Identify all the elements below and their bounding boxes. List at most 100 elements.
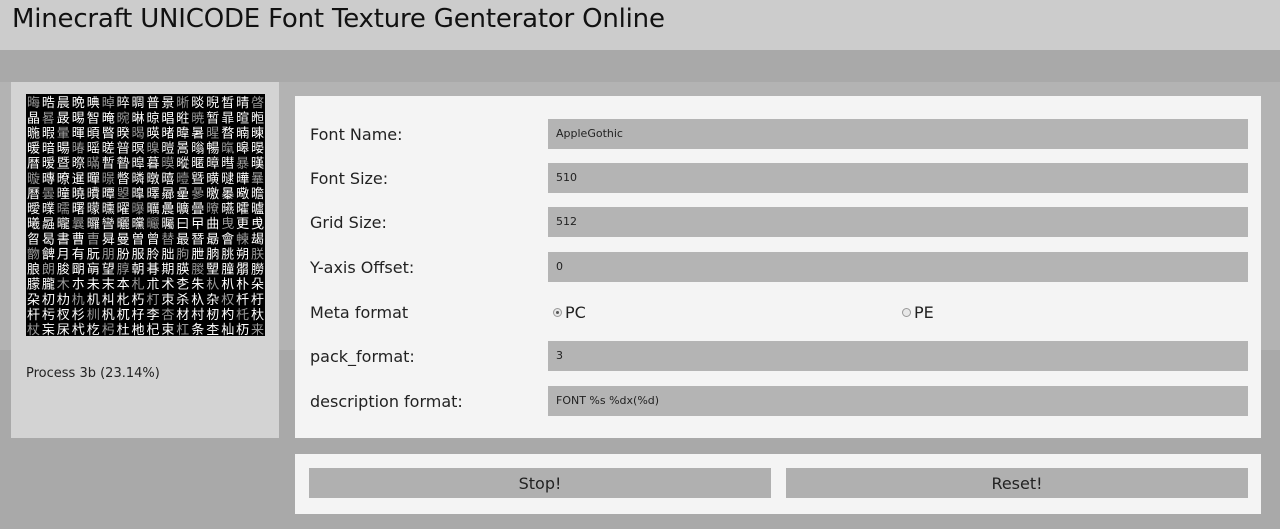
y-offset-row: Y-axis Offset: xyxy=(295,252,1261,282)
font-name-input[interactable] xyxy=(548,119,1248,149)
glyph-cell: 暻 xyxy=(102,172,115,187)
glyph-cell: 杋 xyxy=(102,308,115,323)
glyph-cell: 杢 xyxy=(206,323,219,336)
glyph-cell: 朥 xyxy=(251,263,264,278)
glyph-cell: 暏 xyxy=(161,126,174,141)
glyph-cell: 暒 xyxy=(206,126,219,141)
glyph-cell: 暟 xyxy=(161,142,174,157)
radio-unchecked-icon[interactable] xyxy=(902,308,911,317)
glyph-cell: 暶 xyxy=(27,172,40,187)
glyph-cell: 曭 xyxy=(131,217,144,232)
glyph-cell: 最 xyxy=(176,232,189,247)
glyph-cell: 曩 xyxy=(72,217,85,232)
reset-button[interactable]: Reset! xyxy=(786,468,1248,498)
glyph-cell: 朼 xyxy=(117,293,130,308)
page-header: Minecraft UNICODE Font Texture Genterato… xyxy=(0,0,1280,50)
glyph-cell: 曾 xyxy=(146,232,159,247)
glyph-cell: 暁 xyxy=(191,111,204,126)
glyph-cell: 曋 xyxy=(102,187,115,202)
glyph-cell: 朂 xyxy=(206,232,219,247)
glyph-cell: 朒 xyxy=(206,246,219,262)
glyph-cell: 暜 xyxy=(117,141,130,157)
glyph-cell: 杍 xyxy=(131,308,144,323)
glyph-cell: 术 xyxy=(161,278,174,293)
glyph-cell: 杖 xyxy=(27,323,40,336)
glyph-cell: 木 xyxy=(57,278,70,293)
glyph-cell: 晱 xyxy=(191,96,204,111)
glyph-cell: 朐 xyxy=(176,247,189,262)
meta-format-pe-label: PE xyxy=(914,303,934,322)
glyph-cell: 暑 xyxy=(191,126,204,141)
glyph-cell: 暿 xyxy=(161,172,174,187)
glyph-cell: 曟 xyxy=(161,202,174,217)
glyph-cell: 杕 xyxy=(251,307,264,323)
glyph-cell: 暢 xyxy=(206,141,219,157)
glyph-cell: 曵 xyxy=(251,217,264,232)
glyph-cell: 曃 xyxy=(221,172,234,187)
glyph-cell: 朴 xyxy=(236,278,249,293)
glyph-cell: 曖 xyxy=(27,202,40,217)
pack-format-input[interactable] xyxy=(548,341,1248,371)
glyph-cell: 杝 xyxy=(131,323,144,336)
glyph-cell: 更 xyxy=(236,217,249,232)
grid-size-row: Grid Size: xyxy=(295,207,1261,237)
glyph-cell: 暄 xyxy=(236,111,249,126)
preview-panel: 晦晧晨晩晪晫晬晭普景晰晱晲晳晴晵晶晷晸晹智晻晼晽晾晿暀暁暂暃暄暅暆暇暈暉暊暋暌暍… xyxy=(11,82,279,438)
glyph-cell: 晰 xyxy=(176,96,189,111)
stop-button[interactable]: Stop! xyxy=(309,468,771,498)
glyph-cell: 暈 xyxy=(57,126,70,141)
glyph-cell: 書 xyxy=(57,232,70,247)
pack-format-label: pack_format: xyxy=(310,347,415,366)
glyph-cell: 曏 xyxy=(161,187,174,202)
grid-size-input[interactable] xyxy=(548,207,1248,237)
glyph-cell: 曼 xyxy=(117,232,130,247)
radio-checked-icon[interactable] xyxy=(553,308,562,317)
glyph-cell: 暃 xyxy=(221,111,234,126)
glyph-cell: 村 xyxy=(191,308,204,323)
glyph-cell: 朰 xyxy=(176,278,189,293)
meta-format-pc-radio[interactable]: PC xyxy=(553,303,586,322)
glyph-cell: 朷 xyxy=(42,293,55,308)
glyph-cell: 杣 xyxy=(221,323,234,336)
glyph-cell: 朾 xyxy=(146,293,159,308)
glyph-cell: 暫 xyxy=(102,157,115,172)
glyph-cell: 曲 xyxy=(206,217,219,232)
glyph-cell: 曜 xyxy=(117,202,130,217)
glyph-cell: 暦 xyxy=(27,157,40,172)
glyph-cell: 暱 xyxy=(191,157,204,172)
glyph-cell: 曬 xyxy=(117,217,130,232)
glyph-cell: 暝 xyxy=(131,142,144,157)
description-format-input[interactable] xyxy=(548,386,1248,416)
glyph-cell: 曽 xyxy=(131,232,144,247)
glyph-cell: 朶 xyxy=(27,293,40,308)
glyph-cell: 曑 xyxy=(191,187,204,202)
glyph-cell: 杏 xyxy=(161,308,174,323)
glyph-cell: 朎 xyxy=(146,247,159,262)
glyph-cell: 杞 xyxy=(146,323,159,336)
glyph-cell: 暡 xyxy=(191,142,204,157)
font-size-label: Font Size: xyxy=(310,169,389,188)
glyph-cell: 暊 xyxy=(87,126,100,141)
description-format-row: description format: xyxy=(295,386,1261,416)
grid-size-label: Grid Size: xyxy=(310,213,387,232)
glyph-cell: 晵 xyxy=(251,96,264,111)
glyph-cell: 朻 xyxy=(102,293,115,308)
glyph-cell: 曚 xyxy=(87,202,100,217)
glyph-cell: 暀 xyxy=(176,111,189,126)
glyph-cell: 杒 xyxy=(206,308,219,323)
y-offset-input[interactable] xyxy=(548,252,1248,282)
font-name-label: Font Name: xyxy=(310,125,403,144)
glyph-cell: 曨 xyxy=(57,216,70,232)
glyph-cell: 暥 xyxy=(251,142,264,157)
glyph-cell: 杠 xyxy=(176,322,189,336)
glyph-cell: 晿 xyxy=(161,111,174,126)
glyph-cell: 晬 xyxy=(117,96,130,111)
glyph-cell: 暪 xyxy=(87,157,100,172)
glyph-cell: 晾 xyxy=(146,110,159,126)
glyph-grid-image: 晦晧晨晩晪晫晬晭普景晰晱晲晳晴晵晶晷晸晹智晻晼晽晾晿暀暁暂暃暄暅暆暇暈暉暊暋暌暍… xyxy=(27,95,264,336)
glyph-cell: 权 xyxy=(221,292,234,308)
glyph-cell: 景 xyxy=(161,96,174,111)
meta-format-pe-radio[interactable]: PE xyxy=(902,303,934,322)
font-size-input[interactable] xyxy=(548,163,1248,193)
glyph-cell: 暲 xyxy=(206,157,219,172)
